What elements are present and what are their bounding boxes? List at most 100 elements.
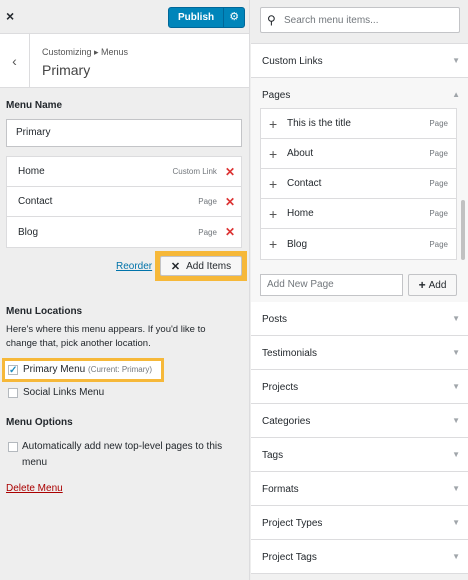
page-item-name: Blog	[287, 238, 308, 250]
available-items-panel: ⚲ Search menu items... Custom Links ▼ Pa…	[251, 0, 468, 580]
menu-locations-description: Here's where this menu appears. If you'd…	[6, 324, 206, 349]
new-page-input[interactable]: Add New Page	[260, 274, 403, 296]
accordion-title: Project Types	[262, 518, 323, 529]
plus-icon: +	[269, 115, 278, 132]
primary-menu-checkbox[interactable]: ✓	[8, 365, 18, 376]
back-button[interactable]: ‹	[0, 34, 30, 88]
primary-menu-label: Primary Menu	[23, 364, 86, 375]
menu-items-list: Home Custom Link ✕ Contact Page ✕ Blog P…	[6, 156, 242, 248]
menu-locations-heading: Menu Locations	[6, 306, 83, 317]
menu-item-name: Contact	[18, 196, 53, 207]
remove-icon[interactable]: ✕	[225, 196, 235, 208]
accordion-title: Project Tags	[262, 552, 317, 563]
chevron-down-icon: ▼	[452, 552, 460, 561]
publish-button-group: Publish ⚙	[168, 7, 246, 28]
chevron-up-icon[interactable]: ▲	[452, 90, 460, 99]
page-item-name: Contact	[287, 178, 322, 189]
accordion-posts[interactable]: Posts ▼	[251, 302, 468, 336]
chevron-down-icon: ▼	[452, 450, 460, 459]
section-header: ‹ Customizing ▸ Menus Primary	[0, 34, 249, 88]
plus-icon: +	[269, 205, 278, 222]
accordion-title: Custom Links	[262, 56, 323, 67]
accordion-tags[interactable]: Tags ▼	[251, 438, 468, 472]
add-page-label: Add	[428, 279, 447, 291]
menu-item[interactable]: Home Custom Link ✕	[7, 157, 241, 187]
remove-icon[interactable]: ✕	[225, 166, 235, 178]
social-links-checkbox[interactable]	[8, 388, 18, 398]
add-items-button[interactable]: ✕ Add Items	[160, 256, 242, 276]
breadcrumb: Customizing ▸ Menus	[42, 47, 129, 57]
page-item-type: Page	[429, 209, 448, 218]
publish-button[interactable]: Publish	[169, 8, 223, 27]
search-bar: ⚲ Search menu items...	[251, 0, 468, 44]
auto-add-label[interactable]: Automatically add new top-level pages to…	[22, 439, 232, 471]
accordion-categories[interactable]: Categories ▼	[251, 404, 468, 438]
social-links-label[interactable]: Social Links Menu	[23, 387, 104, 398]
search-icon: ⚲	[267, 13, 276, 27]
accordion-title[interactable]: Pages	[262, 90, 290, 101]
scrollbar-thumb[interactable]	[461, 200, 465, 260]
checkmark-icon: ✓	[9, 365, 18, 376]
accordion-project-types[interactable]: Project Types ▼	[251, 506, 468, 540]
search-placeholder: Search menu items...	[284, 15, 379, 26]
customizer-header: × Publish ⚙	[0, 0, 249, 34]
accordion-title: Formats	[262, 484, 299, 495]
accordion-title: Testimonials	[262, 348, 318, 359]
pages-list: + This is the title Page + About Page + …	[260, 108, 457, 260]
page-item-name: About	[287, 148, 314, 159]
delete-menu-link[interactable]: Delete Menu	[6, 483, 63, 494]
accordion-formats[interactable]: Formats ▼	[251, 472, 468, 506]
page-item[interactable]: + Blog Page	[261, 229, 456, 259]
add-page-button[interactable]: + Add	[408, 274, 457, 296]
current-location-note: (Current: Primary)	[88, 365, 153, 374]
reorder-link[interactable]: Reorder	[116, 261, 152, 272]
accordion-projects[interactable]: Projects ▼	[251, 370, 468, 404]
chevron-down-icon: ▼	[452, 484, 460, 493]
gear-icon[interactable]: ⚙	[223, 8, 244, 27]
page-item-type: Page	[429, 149, 448, 158]
menu-item-type: Page	[198, 197, 217, 206]
customizer-sidebar: × Publish ⚙ ‹ Customizing ▸ Menus Primar…	[0, 0, 250, 580]
accordion-testimonials[interactable]: Testimonials ▼	[251, 336, 468, 370]
accordion-title: Posts	[262, 314, 288, 325]
menu-item[interactable]: Contact Page ✕	[7, 187, 241, 217]
close-icon[interactable]: ×	[6, 7, 24, 25]
remove-icon[interactable]: ✕	[225, 226, 235, 238]
accordion-title: Tags	[262, 450, 284, 461]
page-item-type: Page	[429, 239, 448, 249]
chevron-down-icon: ▼	[452, 348, 460, 357]
menu-item[interactable]: Blog Page ✕	[7, 217, 241, 247]
menu-item-name: Blog	[18, 226, 39, 238]
menu-item-type: Page	[198, 227, 217, 237]
page-item-name: This is the title	[287, 118, 351, 129]
search-input[interactable]: ⚲ Search menu items...	[260, 7, 460, 33]
menu-name-input[interactable]: Primary	[6, 119, 242, 147]
primary-menu-option[interactable]: Primary Menu (Current: Primary)	[23, 364, 152, 375]
chevron-down-icon: ▼	[452, 416, 460, 425]
auto-add-checkbox[interactable]	[8, 442, 18, 452]
plus-icon: +	[418, 278, 426, 292]
page-item[interactable]: + Contact Page	[261, 169, 456, 199]
accordion-project-tags[interactable]: Project Tags ▼	[251, 540, 468, 574]
page-item[interactable]: + Home Page	[261, 199, 456, 229]
chevron-down-icon: ▼	[452, 518, 460, 527]
page-item-type: Page	[429, 179, 448, 188]
chevron-down-icon: ▼	[452, 382, 460, 391]
plus-icon: +	[269, 145, 278, 162]
chevron-down-icon: ▼	[452, 314, 460, 323]
chevron-left-icon: ‹	[12, 53, 17, 69]
plus-icon: +	[269, 236, 278, 252]
page-item-type: Page	[429, 119, 448, 128]
accordion-title: Categories	[262, 416, 311, 427]
menu-name-label: Menu Name	[6, 100, 63, 111]
add-items-label: Add Items	[186, 260, 232, 272]
page-item-name: Home	[287, 208, 314, 219]
menu-options-heading: Menu Options	[6, 417, 73, 428]
page-item[interactable]: + About Page	[261, 139, 456, 169]
chevron-down-icon: ▼	[452, 56, 460, 65]
page-item[interactable]: + This is the title Page	[261, 109, 456, 139]
close-icon: ✕	[170, 260, 181, 273]
menu-item-name: Home	[18, 166, 45, 177]
accordion-title: Projects	[262, 382, 299, 393]
accordion-custom-links[interactable]: Custom Links ▼	[251, 44, 468, 78]
